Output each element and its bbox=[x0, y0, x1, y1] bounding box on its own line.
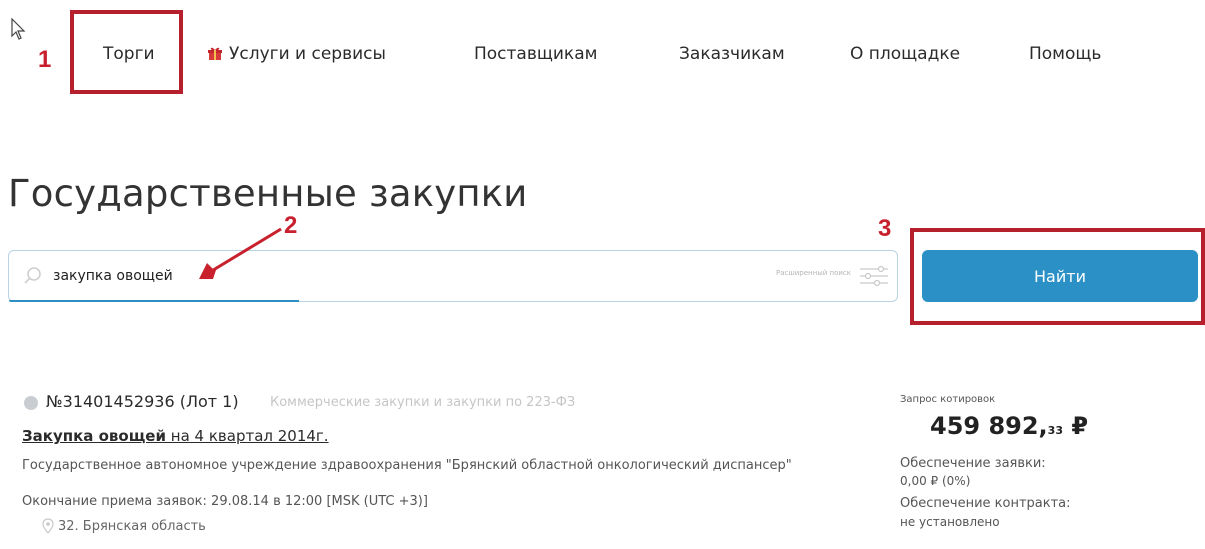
lot-title-rest: на 4 квартал 2014г. bbox=[166, 427, 329, 445]
search-input[interactable] bbox=[53, 261, 653, 291]
application-security-value: 0,00 ₽ (0%) bbox=[900, 474, 971, 488]
mouse-cursor-icon bbox=[11, 18, 26, 40]
lot-title-link[interactable]: Закупка овощей на 4 квартал 2014г. bbox=[22, 427, 329, 445]
procurement-category: Коммерческие закупки и закупки по 223-ФЗ bbox=[270, 395, 576, 410]
nav-item-services-label: Услуги и сервисы bbox=[229, 44, 386, 64]
lot-price: 459 892,33 ₽ bbox=[930, 412, 1088, 440]
lot-number[interactable]: №31401452936 (Лот 1) bbox=[46, 392, 239, 411]
search-icon bbox=[24, 267, 41, 284]
price-kopecks: 33 bbox=[1047, 424, 1063, 437]
application-security-label: Обеспечение заявки: bbox=[900, 456, 1046, 471]
annotation-arrow-icon bbox=[199, 227, 282, 279]
advanced-search-link[interactable]: Расширенный поиск bbox=[771, 269, 851, 278]
nav-item-about[interactable]: О площадке bbox=[850, 44, 960, 64]
contract-security-value: не установлено bbox=[900, 515, 1000, 529]
nav-item-suppliers[interactable]: Поставщикам bbox=[474, 44, 597, 64]
search-focus-underline bbox=[9, 300, 299, 302]
nav-item-help[interactable]: Помощь bbox=[1029, 44, 1101, 64]
nav-item-torgi[interactable]: Торги bbox=[103, 44, 155, 64]
search-result-item: №31401452936 (Лот 1) Коммерческие закупк… bbox=[0, 388, 1205, 549]
find-button[interactable]: Найти bbox=[922, 250, 1198, 302]
top-navigation: Торги Услуги и сервисы Поставщикам Заказ… bbox=[0, 44, 1205, 74]
price-main: 459 892, bbox=[930, 412, 1048, 440]
procedure-type: Запрос котировок bbox=[900, 394, 996, 405]
application-deadline: Окончание приема заявок: 29.08.14 в 12:0… bbox=[22, 494, 428, 509]
contract-security-label: Обеспечение контракта: bbox=[900, 496, 1071, 511]
page-title: Государственные закупки bbox=[8, 172, 528, 215]
annotation-step-2: 2 bbox=[284, 212, 298, 239]
nav-item-customers[interactable]: Заказчикам bbox=[679, 44, 785, 64]
price-currency: ₽ bbox=[1062, 412, 1089, 440]
region: 32. Брянская область bbox=[58, 519, 206, 534]
nav-item-services[interactable]: Услуги и сервисы bbox=[207, 44, 386, 64]
lot-title-keyword: Закупка овощей bbox=[22, 427, 166, 445]
gift-icon bbox=[208, 47, 222, 60]
location-pin-icon bbox=[42, 518, 54, 534]
annotation-step-3: 3 bbox=[878, 215, 892, 242]
customer-name: Государственное автономное учреждение зд… bbox=[22, 458, 792, 473]
status-dot-icon bbox=[24, 396, 38, 410]
filter-sliders-icon[interactable] bbox=[859, 265, 889, 287]
search-box: Расширенный поиск bbox=[8, 250, 898, 302]
